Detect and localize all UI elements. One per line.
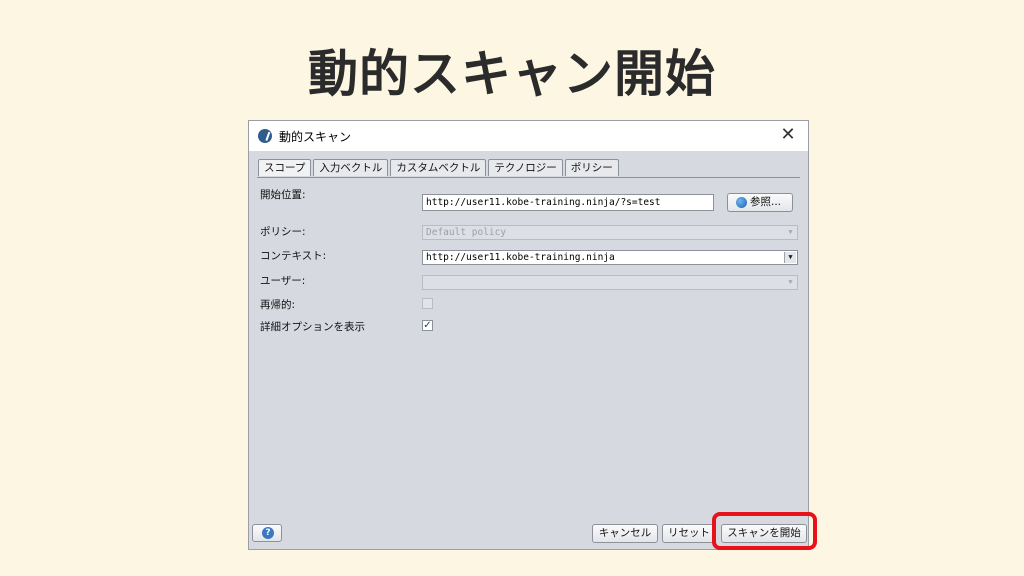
help-icon: ?	[262, 527, 274, 539]
zap-app-icon	[258, 129, 272, 143]
recurse-label: 再帰的:	[260, 299, 296, 311]
browse-button-label: 参照...	[750, 196, 782, 208]
chevron-down-icon: ▼	[788, 278, 793, 286]
tab-scope[interactable]: スコープ	[258, 159, 312, 176]
help-button[interactable]: ?	[252, 524, 282, 542]
active-scan-dialog: 動的スキャン ✕ スコープ 入力ベクトル カスタムベクトル テクノロジー ポリシ…	[248, 120, 809, 550]
policy-label: ポリシー:	[260, 226, 306, 238]
show-advanced-checkbox[interactable]: ✓	[422, 320, 433, 331]
chevron-down-icon[interactable]: ▼	[784, 252, 796, 263]
context-select[interactable]: http://user11.kobe-training.ninja ▼	[422, 250, 798, 265]
tab-policy[interactable]: ポリシー	[564, 159, 619, 176]
tab-input-vectors[interactable]: 入力ベクトル	[313, 159, 389, 176]
policy-select: Default policy ▼	[422, 225, 798, 240]
user-label: ユーザー:	[260, 275, 306, 287]
browse-button[interactable]: 参照...	[727, 193, 793, 212]
context-label: コンテキスト:	[260, 250, 327, 262]
highlight-box	[712, 512, 817, 550]
start-point-label: 開始位置:	[260, 189, 306, 201]
user-select: ▼	[422, 275, 798, 290]
context-select-value: http://user11.kobe-training.ninja	[426, 252, 615, 263]
tab-technology[interactable]: テクノロジー	[488, 159, 563, 176]
chevron-down-icon: ▼	[788, 228, 793, 236]
dialog-titlebar: 動的スキャン ✕	[249, 121, 808, 151]
dialog-title: 動的スキャン	[279, 130, 352, 144]
cancel-button[interactable]: キャンセル	[592, 524, 658, 543]
close-button[interactable]: ✕	[778, 125, 798, 145]
recurse-checkbox	[422, 298, 433, 309]
reset-button[interactable]: リセット	[662, 524, 716, 543]
tab-custom-vectors[interactable]: カスタムベクトル	[390, 159, 487, 176]
tab-divider	[257, 177, 800, 178]
tab-bar: スコープ 入力ベクトル カスタムベクトル テクノロジー ポリシー	[258, 159, 621, 177]
slide-title: 動的スキャン開始	[308, 45, 716, 103]
show-advanced-label: 詳細オプションを表示	[260, 321, 365, 333]
start-point-input[interactable]: http://user11.kobe-training.ninja/?s=tes…	[422, 194, 714, 211]
policy-select-value: Default policy	[426, 227, 507, 238]
globe-icon	[736, 197, 747, 208]
